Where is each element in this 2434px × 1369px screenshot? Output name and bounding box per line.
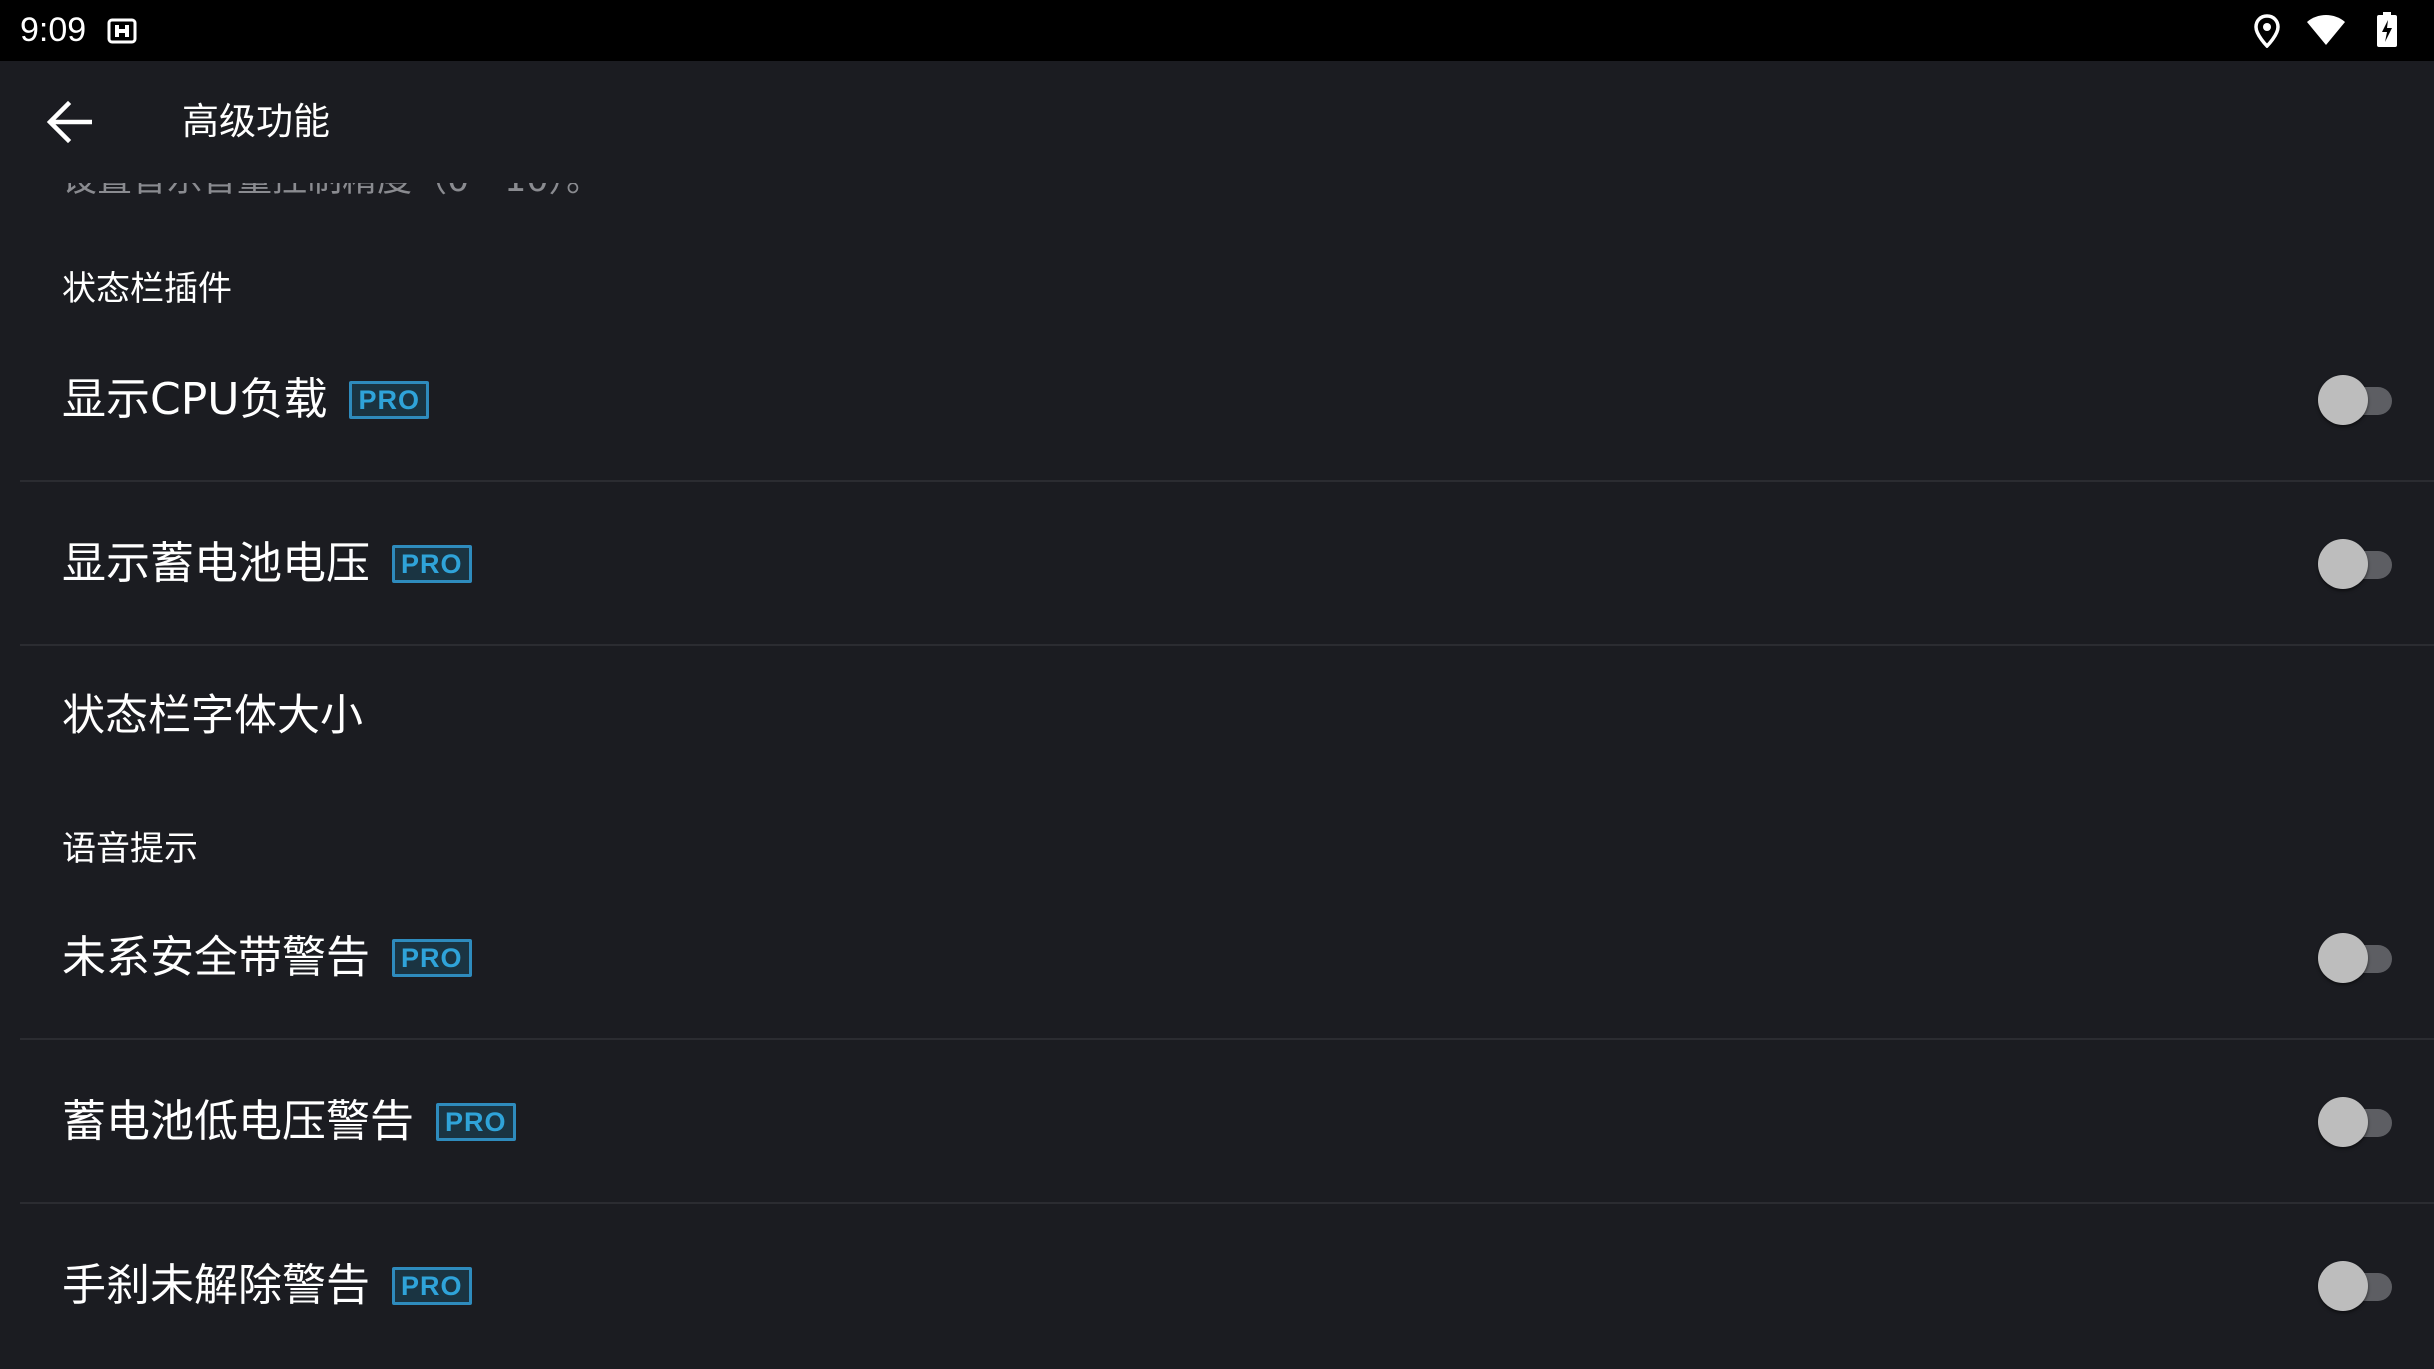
pref-row-status-bar-font-size[interactable]: 状态栏字体大小: [0, 646, 2434, 786]
pro-badge: PRO: [392, 939, 472, 977]
toggle-thumb: [2318, 1261, 2368, 1311]
pro-badge: PRO: [392, 1267, 472, 1305]
status-icons: [2234, 0, 2434, 61]
notification-badge-icon: [107, 17, 137, 45]
pref-title: 未系安全带警告: [62, 932, 370, 983]
toggle-thumb: [2318, 375, 2368, 425]
pref-title-container: 蓄电池低电压警告 PRO: [62, 1092, 516, 1152]
toggle-thumb: [2318, 539, 2368, 589]
pref-title-container: 显示CPU负载 PRO: [62, 370, 429, 430]
pref-row-show-cpu-load[interactable]: 显示CPU负载 PRO: [0, 318, 2434, 482]
pref-title: 状态栏字体大小: [62, 691, 363, 741]
section-header-status-bar-plugins: 状态栏插件: [62, 269, 232, 309]
section-header-voice-prompts: 语音提示: [62, 829, 198, 869]
pro-badge: PRO: [436, 1103, 516, 1141]
back-button[interactable]: [30, 84, 110, 160]
pref-title: 手刹未解除警告: [62, 1260, 370, 1311]
system-status-bar: 9:09: [0, 0, 2434, 61]
pref-row-show-battery-voltage[interactable]: 显示蓄电池电压 PRO: [0, 482, 2434, 646]
pref-title-container: 显示蓄电池电压 PRO: [62, 534, 472, 594]
pref-title-container: 手刹未解除警告 PRO: [62, 1256, 472, 1316]
page-title: 高级功能: [182, 100, 330, 143]
pref-title: 显示蓄电池电压: [62, 538, 370, 589]
low-battery-warning-toggle[interactable]: [2318, 1096, 2394, 1148]
pref-title: 蓄电池低电压警告: [62, 1096, 414, 1147]
toggle-thumb: [2318, 933, 2368, 983]
status-time: 9:09: [20, 11, 87, 49]
pref-row-low-battery-warning[interactable]: 蓄电池低电压警告 PRO: [0, 1040, 2434, 1204]
pro-badge: PRO: [392, 545, 472, 583]
pref-title: 显示CPU负载: [62, 374, 328, 425]
show-cpu-load-toggle[interactable]: [2318, 374, 2394, 426]
pref-title-container: 未系安全带警告 PRO: [62, 928, 472, 988]
pref-row-handbrake-warning[interactable]: 手刹未解除警告 PRO: [0, 1204, 2434, 1368]
pref-row-seatbelt-warning[interactable]: 未系安全带警告 PRO: [0, 876, 2434, 1040]
settings-list[interactable]: 设置音乐音量控制精度（0 - 10）。 状态栏插件 显示CPU负载 PRO 显示…: [0, 61, 2434, 1369]
pref-title-container: 状态栏字体大小: [62, 686, 363, 746]
app-toolbar: 高级功能: [0, 61, 2434, 183]
seatbelt-warning-toggle[interactable]: [2318, 932, 2394, 984]
show-battery-voltage-toggle[interactable]: [2318, 538, 2394, 590]
arrow-back-icon: [46, 100, 92, 144]
toggle-thumb: [2318, 1097, 2368, 1147]
pro-badge: PRO: [349, 381, 429, 419]
handbrake-warning-toggle[interactable]: [2318, 1260, 2394, 1312]
